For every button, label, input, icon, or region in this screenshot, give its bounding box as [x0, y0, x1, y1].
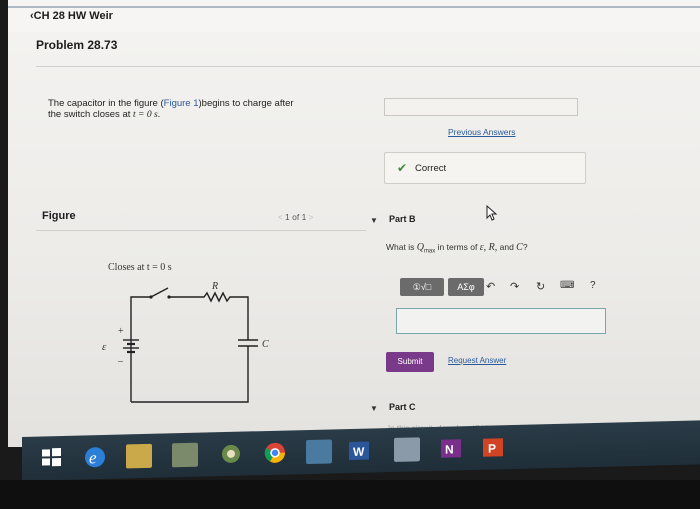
svg-text:W: W [353, 445, 365, 459]
problem-text: . [157, 109, 161, 120]
question-text: ? [522, 242, 528, 252]
request-answer-link[interactable]: Request Answer [448, 356, 506, 365]
minus-label: – [117, 356, 124, 367]
monitor-bezel [0, 480, 700, 509]
store-icon[interactable] [172, 442, 198, 468]
wire [131, 346, 249, 403]
figure-pager[interactable]: < 1 of 1 > [278, 212, 313, 222]
math-toolbar: ①√□ AΣφ ↶ ↷ ↻ ⌨ ? [394, 278, 604, 296]
figure-heading: Figure [42, 210, 76, 222]
onenote-icon[interactable]: N [438, 436, 464, 461]
divider [36, 66, 700, 67]
browser-page: ‹CH 28 HW Weir Problem 28.73 The capacit… [8, 0, 700, 447]
windows-start-icon[interactable] [40, 446, 62, 471]
problem-statement: The capacitor in the figure (Figure 1)be… [48, 98, 328, 121]
edge-icon[interactable]: e [82, 445, 108, 470]
correct-label: Correct [415, 163, 447, 174]
part-c-heading[interactable]: Part C [389, 402, 416, 412]
pager-label: 1 of 1 [285, 212, 307, 222]
chevron-right-icon[interactable]: > [309, 213, 314, 222]
problem-title: Problem 28.73 [36, 38, 118, 52]
word-icon[interactable]: W [346, 438, 372, 463]
powerpoint-icon[interactable]: P [480, 435, 506, 460]
question-text: and [497, 242, 517, 252]
divider [36, 230, 366, 231]
checkmark-icon: ✔ [397, 161, 408, 175]
problem-text: the switch closes at [48, 109, 134, 120]
resistor-label: R [211, 281, 218, 292]
question-text: in terms of [435, 242, 480, 252]
keyboard-icon[interactable]: ⌨ [560, 280, 574, 291]
photos-icon[interactable] [218, 442, 244, 467]
templates-button[interactable]: ①√□ [400, 278, 444, 296]
part-a-answer-field[interactable] [384, 98, 578, 116]
caret-down-icon[interactable]: ▼ [370, 216, 378, 225]
undo-icon[interactable]: ↶ [486, 280, 495, 293]
switch-pivot [149, 295, 153, 299]
symbols-button[interactable]: AΣφ [448, 278, 484, 296]
correct-feedback-box: ✔ Correct [384, 152, 586, 184]
figure-link[interactable]: Figure 1 [164, 98, 199, 109]
chevron-left-icon[interactable]: < [278, 213, 283, 222]
previous-answers-link[interactable]: Previous Answers [448, 127, 516, 137]
caret-down-icon[interactable]: ▼ [370, 404, 378, 413]
part-b-heading[interactable]: Part B [389, 214, 416, 224]
app-icon[interactable] [394, 437, 420, 462]
chrome-icon[interactable] [262, 440, 288, 465]
problem-text: )begins to charge after [198, 98, 294, 109]
math-t: t = 0 s [133, 110, 158, 120]
file-explorer-icon[interactable] [126, 443, 152, 469]
submit-button[interactable]: Submit [386, 352, 434, 372]
back-to-assignment-link[interactable]: ‹CH 28 HW Weir [30, 10, 113, 22]
rc-circuit-diagram: Closes at t = 0 s R C + – ɛ [102, 262, 269, 403]
question-var: Q [416, 242, 424, 253]
question-text: What is [386, 242, 417, 252]
switch-blade [150, 287, 169, 298]
top-divider [8, 6, 700, 8]
question-sub: max [423, 248, 436, 255]
resistor-wire [169, 291, 249, 340]
capacitor-label: C [262, 339, 269, 350]
switch-caption: Closes at t = 0 s [108, 262, 172, 273]
reset-icon[interactable]: ↻ [536, 280, 545, 293]
mouse-pointer-icon [486, 205, 498, 221]
media-icon[interactable] [306, 439, 332, 465]
help-icon[interactable]: ? [590, 280, 596, 291]
redo-icon[interactable]: ↷ [510, 280, 519, 293]
question-var: ɛ, R, [479, 242, 498, 253]
plus-label: + [118, 326, 124, 337]
part-b-answer-input[interactable] [396, 308, 606, 334]
emf-label: ɛ [102, 341, 107, 353]
part-b-question: What is Qmax in terms of ɛ, R, and C? [386, 242, 528, 255]
svg-text:N: N [445, 442, 454, 456]
problem-text: The capacitor in the figure ( [48, 98, 164, 109]
question-var: C [516, 242, 523, 253]
svg-text:P: P [488, 441, 496, 455]
wire [130, 296, 151, 402]
svg-text:e: e [89, 448, 97, 467]
